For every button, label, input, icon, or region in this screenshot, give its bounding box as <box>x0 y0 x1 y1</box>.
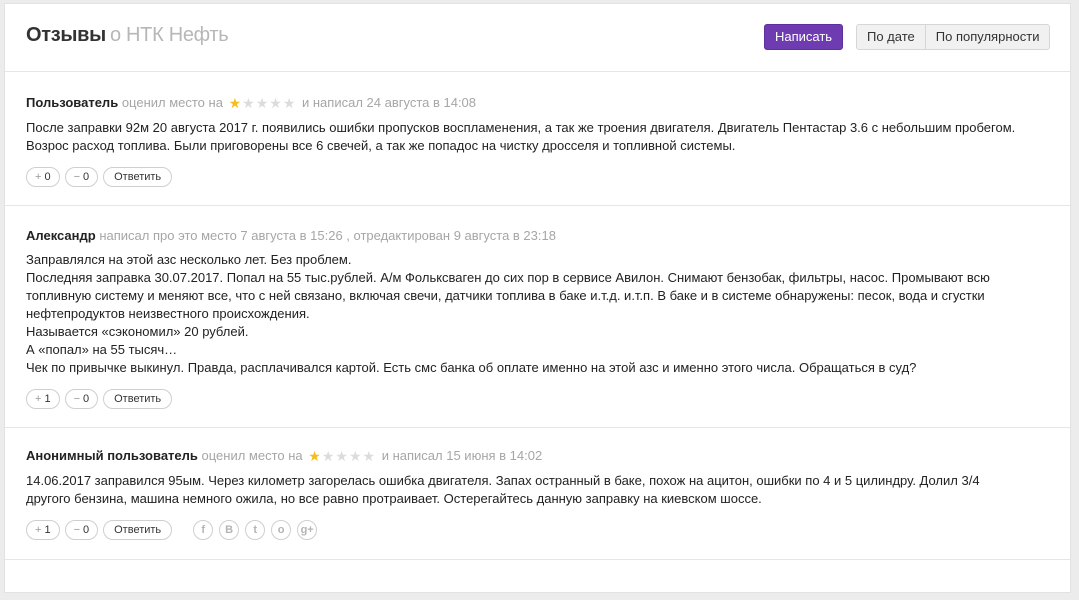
twitter-icon[interactable]: t <box>245 520 266 540</box>
reviews-header: Отзывы о НТК Нефть Написать По дате По по… <box>5 4 1070 72</box>
review-actions: +1 −0 Ответить f B t o g+ <box>26 520 1049 540</box>
star-empty-icon: ★ <box>269 95 283 111</box>
upvote-button[interactable]: +1 <box>26 389 60 409</box>
review-item: Александр написал про это место 7 август… <box>5 206 1070 428</box>
review-item-partial <box>5 560 1070 600</box>
review-meta: Александр написал про это место 7 август… <box>26 228 1049 244</box>
write-review-button[interactable]: Написать <box>764 24 843 50</box>
downvote-button[interactable]: −0 <box>64 389 99 409</box>
review-paragraph: А «попал» на 55 тысяч… <box>26 342 178 357</box>
star-empty-icon: ★ <box>362 448 377 464</box>
review-author[interactable]: Анонимный пользователь <box>26 448 198 463</box>
review-date: и написал 24 августа в 14:08 <box>302 95 477 110</box>
rating-stars: ★★★★★ <box>229 95 297 112</box>
review-date: и написал 15 июня в 14:02 <box>381 448 543 463</box>
plus-icon: + <box>35 171 42 183</box>
review-author[interactable]: Александр <box>26 228 96 243</box>
upvote-count: 0 <box>44 171 51 183</box>
reviews-card: Отзывы о НТК Нефть Написать По дате По по… <box>4 3 1071 593</box>
review-text: После заправки 92м 20 августа 2017 г. по… <box>26 119 1026 155</box>
downvote-button[interactable]: −0 <box>64 167 99 187</box>
sort-toggle: По дате По популярности <box>856 24 1051 50</box>
vk-icon[interactable]: B <box>219 520 240 540</box>
facebook-icon[interactable]: f <box>193 520 214 540</box>
review-text: 14.06.2017 заправился 95ым. Через киломе… <box>26 472 1026 508</box>
review-meta: Анонимный пользователь оценил место на ★… <box>26 448 1049 465</box>
minus-icon: − <box>73 393 80 405</box>
upvote-button[interactable]: +1 <box>26 520 60 540</box>
review-rated-text: оценил место на <box>201 448 303 463</box>
review-author[interactable]: Пользователь <box>26 95 118 110</box>
review-text: Заправлялся на этой азс несколько лет. Б… <box>26 251 1026 377</box>
review-actions: +0 −0 Ответить <box>26 167 1049 187</box>
plus-icon: + <box>35 524 42 536</box>
star-empty-icon: ★ <box>321 448 336 464</box>
downvote-button[interactable]: −0 <box>64 520 99 540</box>
page-title: Отзывы о НТК Нефть <box>26 24 229 47</box>
star-empty-icon: ★ <box>282 95 297 111</box>
title-subtitle[interactable]: о НТК Нефть <box>110 24 229 46</box>
review-rated-text: оценил место на <box>121 95 223 110</box>
star-empty-icon: ★ <box>255 95 270 111</box>
review-paragraph: Заправлялся на этой азс несколько лет. Б… <box>26 252 352 267</box>
star-filled-icon: ★ <box>308 448 322 464</box>
sort-by-date-button[interactable]: По дате <box>857 25 925 49</box>
review-item: Анонимный пользователь оценил место на ★… <box>5 428 1070 560</box>
reply-button[interactable]: Ответить <box>103 167 173 187</box>
downvote-count: 0 <box>83 171 90 183</box>
upvote-button[interactable]: +0 <box>26 167 60 187</box>
odnoklassniki-icon[interactable]: o <box>271 520 292 540</box>
star-empty-icon: ★ <box>348 448 363 464</box>
minus-icon: − <box>73 524 80 536</box>
review-paragraph: После заправки 92м 20 августа 2017 г. по… <box>26 120 1016 153</box>
upvote-count: 1 <box>44 393 51 405</box>
upvote-count: 1 <box>44 524 51 536</box>
google-plus-icon[interactable]: g+ <box>297 520 318 540</box>
star-empty-icon: ★ <box>242 95 256 111</box>
review-actions: +1 −0 Ответить <box>26 389 1049 409</box>
star-filled-icon: ★ <box>228 95 243 111</box>
title-main: Отзывы <box>26 24 106 46</box>
reply-button[interactable]: Ответить <box>103 520 173 540</box>
share-buttons: f B t o g+ <box>193 520 323 540</box>
star-empty-icon: ★ <box>335 448 349 464</box>
review-meta: Пользователь оценил место на ★★★★★ и нап… <box>26 95 1049 112</box>
sort-by-popularity-button[interactable]: По популярности <box>924 25 1050 49</box>
downvote-count: 0 <box>83 524 90 536</box>
review-date: написал про это место 7 августа в 15:26 … <box>99 228 556 243</box>
rating-stars: ★★★★★ <box>308 448 376 465</box>
review-paragraph: 14.06.2017 заправился 95ым. Через киломе… <box>26 473 980 506</box>
review-paragraph: Называется «сэкономил» 20 рублей. <box>26 324 249 339</box>
plus-icon: + <box>35 393 42 405</box>
review-item: Пользователь оценил место на ★★★★★ и нап… <box>5 72 1070 206</box>
reply-button[interactable]: Ответить <box>103 389 173 409</box>
review-paragraph: Последняя заправка 30.07.2017. Попал на … <box>26 270 990 321</box>
downvote-count: 0 <box>83 393 90 405</box>
minus-icon: − <box>73 171 80 183</box>
review-paragraph: Чек по привычке выкинул. Правда, расплач… <box>26 360 917 375</box>
